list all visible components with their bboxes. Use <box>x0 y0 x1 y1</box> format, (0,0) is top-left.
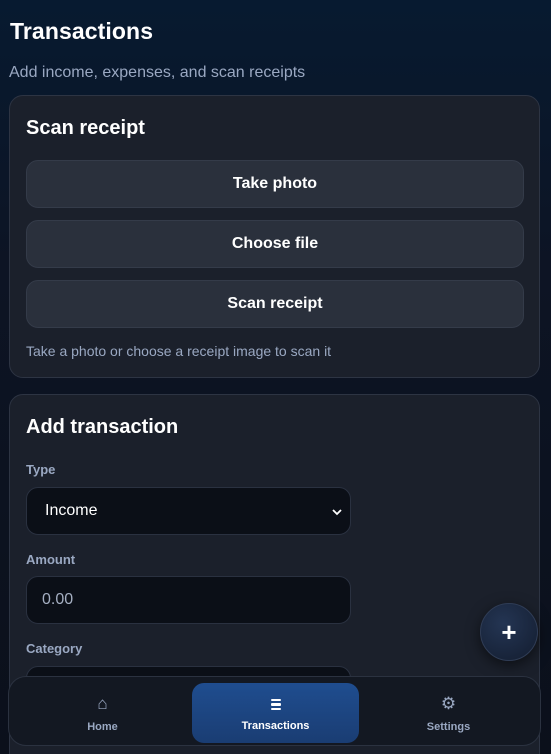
scan-receipt-title: Scan receipt <box>26 117 145 139</box>
add-transaction-fab[interactable]: + <box>480 603 538 661</box>
nav-item-label: Settings <box>426 720 471 733</box>
add-transaction-title: Add transaction <box>26 416 179 438</box>
gear-icon: ⚙ <box>440 693 457 713</box>
amount-label: Amount <box>26 552 76 567</box>
nav-item-label: Transactions <box>241 719 310 732</box>
scan-hint: Take a photo or choose a receipt image t… <box>26 343 332 359</box>
nav-item-settings[interactable]: ⚙ Settings <box>365 683 532 743</box>
page-subtitle: Add income, expenses, and scan receipts <box>9 64 306 81</box>
type-label: Type <box>26 462 56 477</box>
nav-item-transactions[interactable]: Transactions <box>192 683 359 743</box>
list-icon <box>270 695 281 715</box>
take-photo-button[interactable]: Take photo <box>26 160 524 208</box>
home-icon: ⌂ <box>97 693 108 713</box>
type-select-value: Income <box>45 502 98 519</box>
bottom-nav: ⌂ Home Transactions ⚙ Settings <box>8 676 541 746</box>
type-select[interactable]: Income <box>26 487 351 535</box>
scan-receipt-card: Scan receipt Take photo Choose file Scan… <box>9 95 540 378</box>
page-header: Transactions Add income, expenses, and s… <box>9 18 306 82</box>
amount-field-wrapper <box>26 576 351 624</box>
choose-file-button[interactable]: Choose file <box>26 220 524 268</box>
page-title: Transactions <box>10 18 154 44</box>
category-label: Category <box>26 641 83 656</box>
nav-item-home[interactable]: ⌂ Home <box>19 683 186 743</box>
plus-icon: + <box>501 616 517 647</box>
scan-receipt-button[interactable]: Scan receipt <box>26 280 524 328</box>
amount-input[interactable] <box>42 591 350 609</box>
chevron-down-icon <box>332 504 342 519</box>
nav-item-label: Home <box>87 720 118 733</box>
